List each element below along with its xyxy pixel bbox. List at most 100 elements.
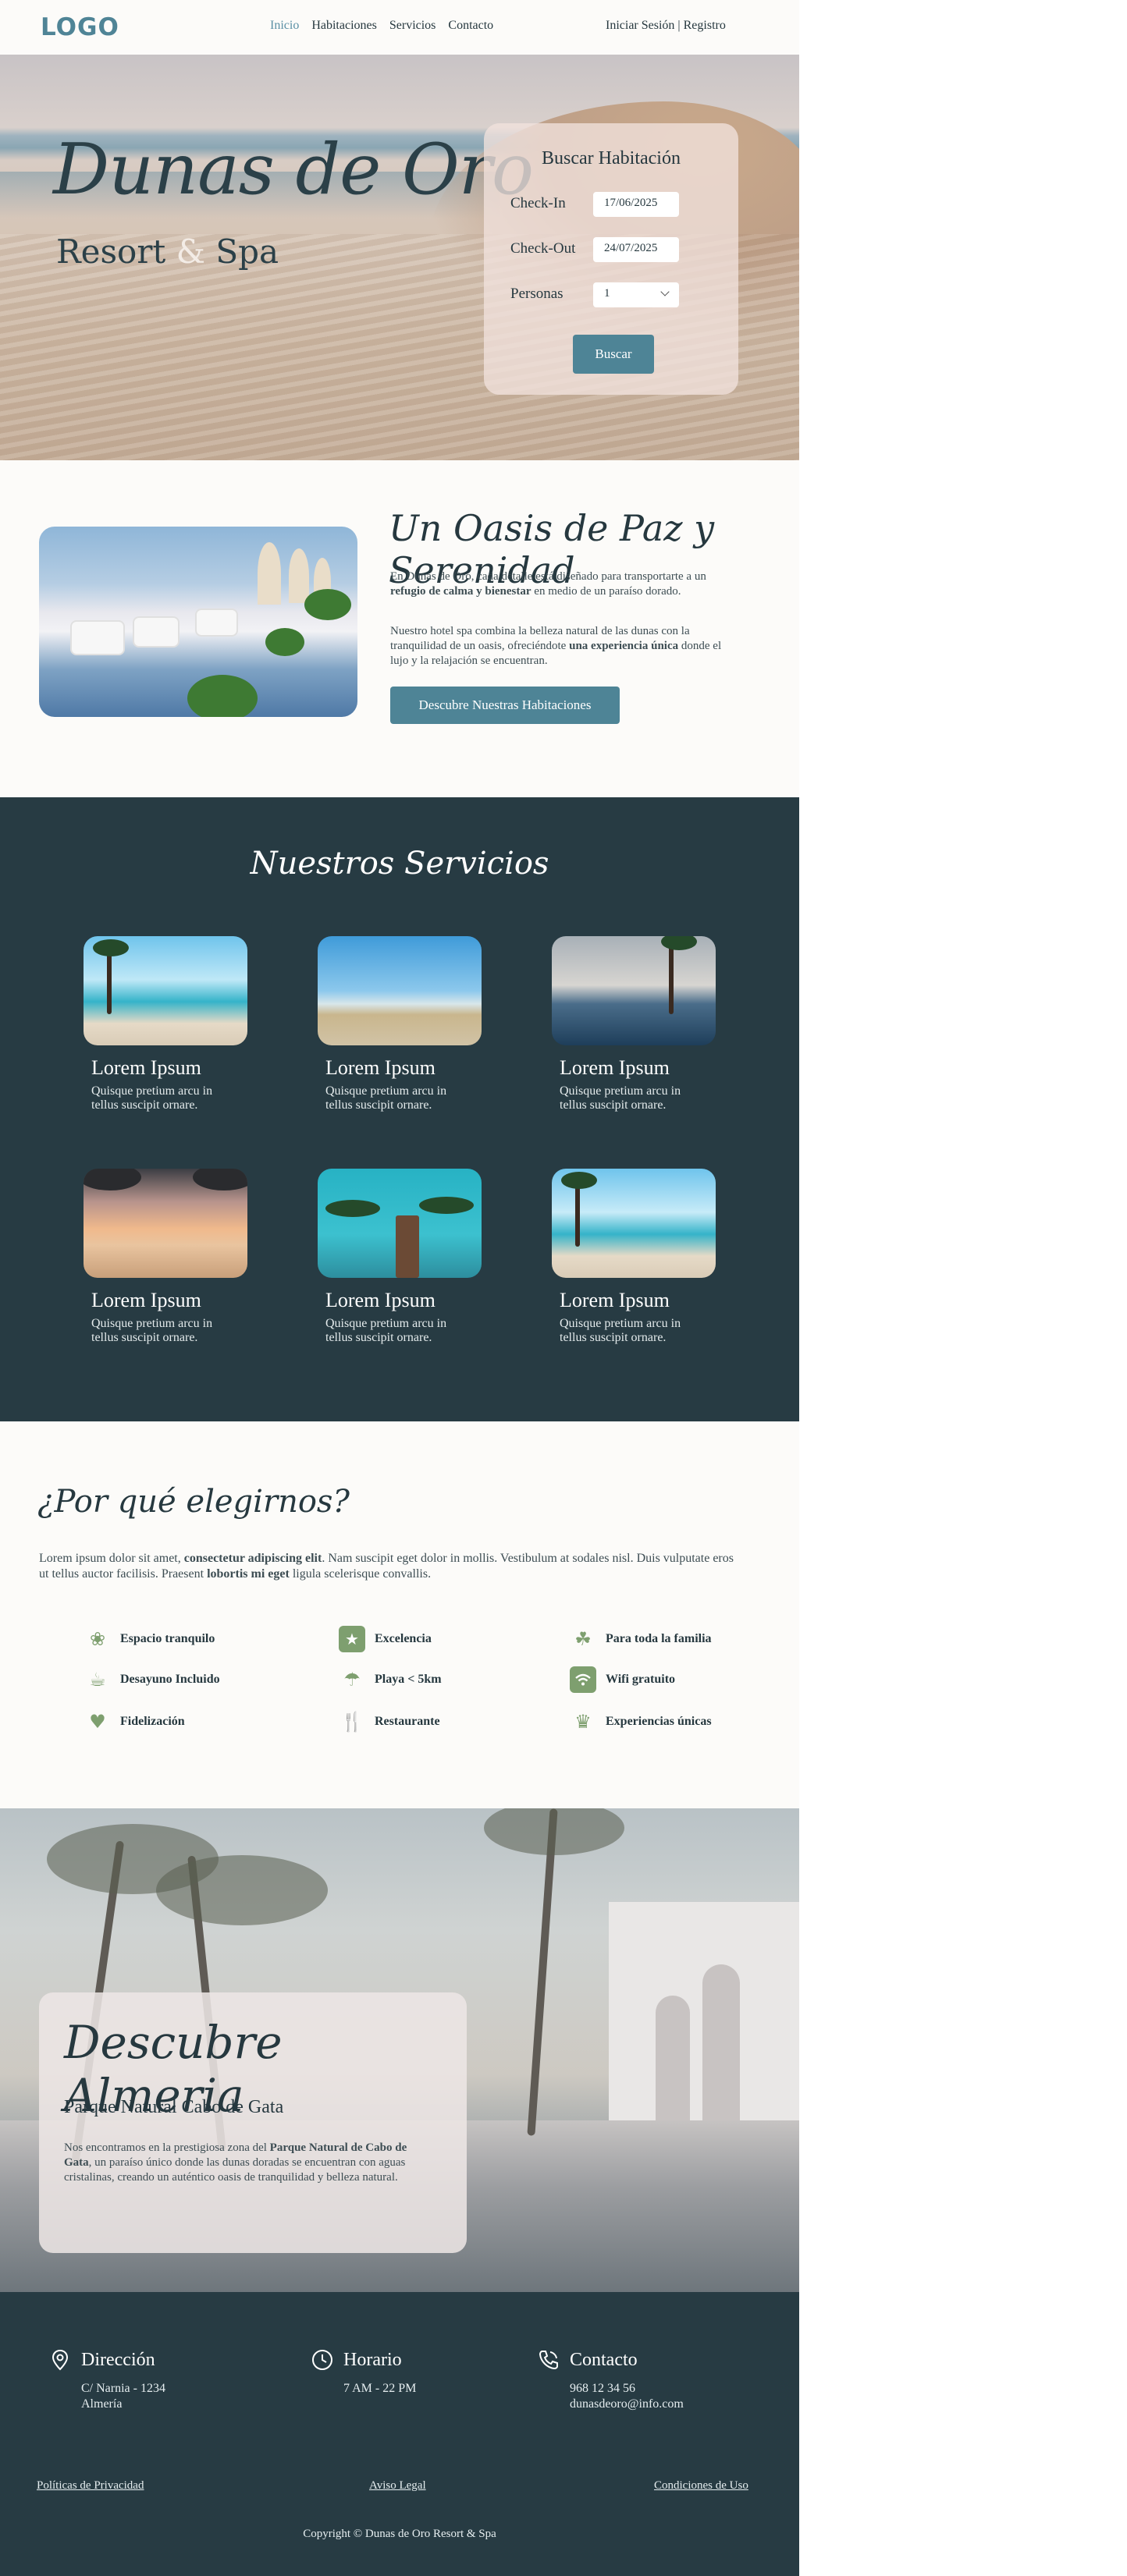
address-line: C/ Narnia - 1234 xyxy=(81,2382,165,2395)
footer-address: Dirección C/ Narnia - 1234 Almería xyxy=(48,2348,165,2412)
why-choose-us-section: ¿Por qué elegirnos? Lorem ipsum dolor si… xyxy=(0,1421,799,1808)
footer-email[interactable]: dunasdeoro@info.com xyxy=(570,2397,684,2412)
hero-subtitle-resort: Resort xyxy=(56,232,166,271)
why-bold: lobortis mi eget xyxy=(207,1567,290,1581)
nav-item-servicios[interactable]: Servicios xyxy=(389,19,436,33)
feature-item: ☂ Playa < 5km xyxy=(339,1666,442,1693)
services-section: Nuestros Servicios Lorem Ipsum Quisque p… xyxy=(0,797,799,1421)
legal-notice-link[interactable]: Aviso Legal xyxy=(369,2479,426,2493)
oasis-p1-bold: refugio de calma y bienestar xyxy=(390,585,532,598)
discover-card: Descubre Almeria Parque Natural Cabo de … xyxy=(39,1992,467,2253)
palm-frond xyxy=(193,1169,247,1190)
oasis-p1-text-end: en medio de un paraíso dorado. xyxy=(531,585,681,598)
why-title: ¿Por qué elegirnos? xyxy=(37,1484,350,1520)
feature-label: Excelencia xyxy=(375,1632,432,1645)
service-text: Quisque pretium arcu in tellus suscipit … xyxy=(325,1084,447,1112)
checkin-date-input[interactable]: 17/06/2025 xyxy=(593,192,679,217)
copyright: Copyright © Dunas de Oro Resort & Spa xyxy=(303,2528,496,2540)
checkout-date-input[interactable]: 24/07/2025 xyxy=(593,237,679,262)
palm-frond xyxy=(325,1200,380,1217)
hero-section: Dunas de Oro Resort & Spa Buscar Habitac… xyxy=(0,55,799,460)
terms-of-use-link[interactable]: Condiciones de Uso xyxy=(654,2479,748,2493)
footer-hours-heading: Horario xyxy=(311,2348,416,2372)
persons-select-value: 1 xyxy=(604,287,610,300)
service-title: Lorem Ipsum xyxy=(560,1056,670,1079)
bush-shape xyxy=(187,675,258,717)
nav-item-habitaciones[interactable]: Habitaciones xyxy=(311,19,377,33)
address-line: Almería xyxy=(81,2397,123,2411)
persons-label: Personas xyxy=(510,286,564,302)
footer-contact-body: 968 12 34 56 dunasdeoro@info.com xyxy=(570,2381,684,2412)
service-title: Lorem Ipsum xyxy=(325,1056,436,1079)
service-text: Quisque pretium arcu in tellus suscipit … xyxy=(91,1084,213,1112)
footer-hours-title: Horario xyxy=(343,2349,402,2370)
service-image-dunes xyxy=(318,936,482,1045)
feature-item: ☘ Para toda la familia xyxy=(570,1626,711,1652)
service-text: Quisque pretium arcu in tellus suscipit … xyxy=(325,1317,447,1344)
service-image-poolside xyxy=(552,936,716,1045)
service-text: Quisque pretium arcu in tellus suscipit … xyxy=(91,1317,213,1344)
discover-text: Nos encontramos en la prestigiosa zona d… xyxy=(64,2141,270,2154)
umbrella-shape xyxy=(258,542,281,605)
feature-item: ☕ Desayuno Incluido xyxy=(84,1666,219,1693)
coffee-icon: ☕ xyxy=(89,1669,106,1691)
feature-label: Espacio tranquilo xyxy=(120,1632,215,1645)
feature-label: Restaurante xyxy=(375,1715,440,1728)
service-card[interactable]: Lorem Ipsum Quisque pretium arcu in tell… xyxy=(318,936,482,1112)
service-card[interactable]: Lorem Ipsum Quisque pretium arcu in tell… xyxy=(552,936,716,1112)
discover-subtitle: Parque Natural Cabo de Gata xyxy=(64,2097,284,2117)
chair-shape xyxy=(70,620,125,655)
feature-item: ★ Excelencia xyxy=(339,1626,432,1652)
service-card[interactable]: Lorem Ipsum Quisque pretium arcu in tell… xyxy=(552,1169,716,1345)
feature-label: Experiencias únicas xyxy=(606,1715,712,1728)
feature-item: ♥ Fidelización xyxy=(84,1708,185,1735)
feature-item: Wifi gratuito xyxy=(570,1666,675,1693)
discover-text-end: , un paraíso único donde las dunas dorad… xyxy=(64,2156,406,2184)
persons-select[interactable]: 1 xyxy=(593,282,679,307)
palm-frond xyxy=(419,1197,474,1214)
nav-item-contacto[interactable]: Contacto xyxy=(448,19,493,33)
discover-paragraph: Nos encontramos en la prestigiosa zona d… xyxy=(64,2141,407,2185)
palm-frond xyxy=(561,1172,597,1189)
cutlery-icon: 🍴 xyxy=(340,1711,364,1733)
chair-shape xyxy=(133,616,180,648)
service-card[interactable]: Lorem Ipsum Quisque pretium arcu in tell… xyxy=(84,1169,247,1345)
hand-heart-icon: ♥ xyxy=(89,1711,106,1733)
feature-item: ❀ Espacio tranquilo xyxy=(84,1626,215,1652)
privacy-policy-link[interactable]: Políticas de Privacidad xyxy=(37,2479,144,2493)
login-register-link[interactable]: Iniciar Sesión | Registro xyxy=(606,19,726,33)
room-search-card: Buscar Habitación Check-In 17/06/2025 Ch… xyxy=(484,123,738,395)
feature-label: Fidelización xyxy=(120,1715,185,1728)
search-card-title: Buscar Habitación xyxy=(542,148,681,169)
logo[interactable]: LOGO xyxy=(41,13,119,41)
main-nav: Inicio Habitaciones Servicios Contacto xyxy=(270,19,493,33)
search-button[interactable]: Buscar xyxy=(573,335,654,374)
discover-almeria-section: Descubre Almeria Parque Natural Cabo de … xyxy=(0,1808,799,2292)
oasis-paragraph-2: Nuestro hotel spa combina la belleza nat… xyxy=(390,624,741,669)
footer-phone[interactable]: 968 12 34 56 xyxy=(570,2381,684,2397)
feature-label: Wifi gratuito xyxy=(606,1673,676,1686)
feature-label: Playa < 5km xyxy=(375,1673,442,1686)
wifi-icon xyxy=(570,1666,596,1693)
service-text: Quisque pretium arcu in tellus suscipit … xyxy=(560,1317,681,1344)
why-paragraph: Lorem ipsum dolor sit amet, consectetur … xyxy=(39,1551,741,1582)
footer-address-heading: Dirección xyxy=(48,2348,165,2372)
service-card[interactable]: Lorem Ipsum Quisque pretium arcu in tell… xyxy=(84,936,247,1112)
oasis-paragraph-1: En Dunas de Oro, cada detalle está diseñ… xyxy=(390,569,741,599)
nav-item-inicio[interactable]: Inicio xyxy=(270,19,299,33)
footer: Dirección C/ Narnia - 1234 Almería Horar… xyxy=(0,2292,799,2576)
why-text: Lorem ipsum dolor sit amet, xyxy=(39,1552,184,1565)
palm-frond xyxy=(84,1169,141,1190)
service-card[interactable]: Lorem Ipsum Quisque pretium arcu in tell… xyxy=(318,1169,482,1345)
service-image-sunset xyxy=(84,1169,247,1278)
feature-item: 🍴 Restaurante xyxy=(339,1708,440,1735)
why-bold: consectetur adipiscing elit xyxy=(183,1552,322,1565)
checkin-label: Check-In xyxy=(510,195,566,211)
top-navigation-bar: LOGO Inicio Habitaciones Servicios Conta… xyxy=(0,0,799,55)
lotus-icon: ❀ xyxy=(89,1628,106,1650)
star-badge-icon: ★ xyxy=(339,1626,365,1652)
discover-rooms-button[interactable]: Descubre Nuestras Habitaciones xyxy=(390,687,620,724)
hero-subtitle-ampersand: & xyxy=(176,232,206,271)
arch-shape xyxy=(656,1996,690,2136)
services-title: Nuestros Servicios xyxy=(250,846,549,882)
